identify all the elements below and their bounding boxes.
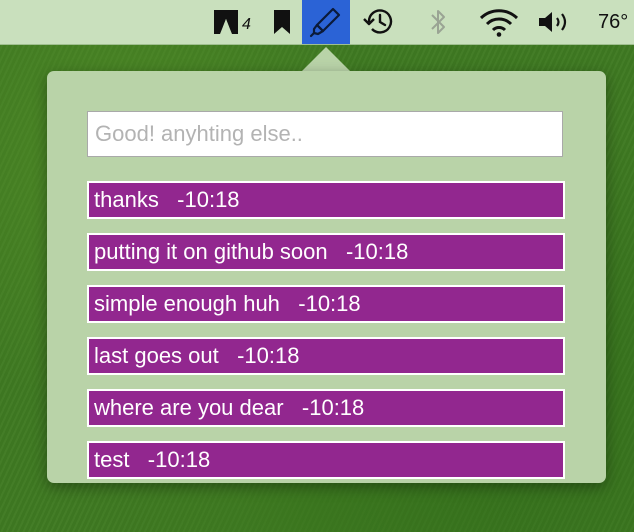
marker-pen-icon (309, 5, 343, 39)
message-input[interactable] (87, 111, 563, 157)
adobe-badge: 4 (242, 16, 251, 33)
wifi-icon (479, 7, 519, 37)
volume-icon (537, 9, 573, 35)
time-machine-menu-item[interactable] (358, 0, 400, 44)
bookmark-icon (273, 9, 291, 35)
message-item[interactable]: test -10:18 (87, 441, 565, 479)
message-item[interactable]: where are you dear -10:18 (87, 389, 565, 427)
marker-menu-item[interactable] (302, 0, 350, 44)
adobe-icon (213, 9, 239, 35)
adobe-menu-item[interactable]: 4 (206, 0, 258, 44)
message-item[interactable]: putting it on github soon -10:18 (87, 233, 565, 271)
wifi-menu-item[interactable] (476, 0, 522, 44)
message-list: thanks -10:18 putting it on github soon … (87, 181, 565, 479)
popover-arrow (301, 47, 351, 72)
menu-bar: 4 76° (0, 0, 634, 45)
volume-menu-item[interactable] (534, 0, 576, 44)
bookmark-menu-item[interactable] (268, 0, 296, 44)
chat-popover: thanks -10:18 putting it on github soon … (47, 71, 606, 483)
bluetooth-menu-item[interactable] (424, 0, 452, 44)
message-item[interactable]: thanks -10:18 (87, 181, 565, 219)
time-machine-icon (362, 7, 396, 37)
message-item[interactable]: last goes out -10:18 (87, 337, 565, 375)
message-item[interactable]: simple enough huh -10:18 (87, 285, 565, 323)
bluetooth-icon (429, 7, 447, 37)
battery-percentage: 76° (598, 10, 629, 33)
battery-menu-item[interactable]: 76° (598, 0, 634, 44)
